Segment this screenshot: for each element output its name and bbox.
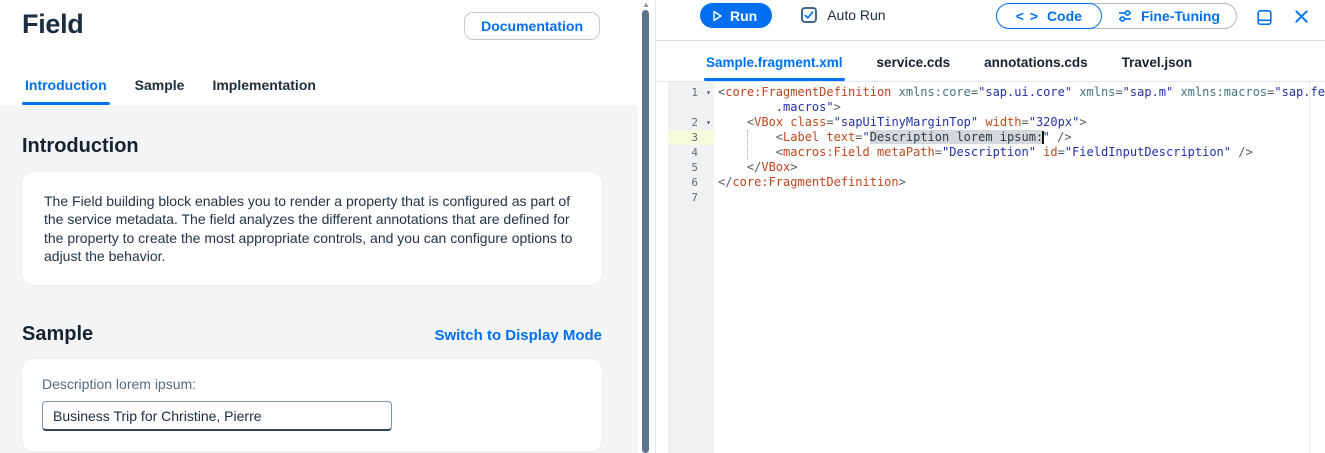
check-icon [804, 10, 814, 20]
play-icon [710, 9, 724, 23]
main-tabs: Introduction Sample Implementation [22, 77, 316, 105]
tab-introduction[interactable]: Introduction [22, 77, 110, 105]
field-label: Description lorem ipsum: [42, 376, 197, 393]
editor-tab-annotations-cds[interactable]: annotations.cds [984, 55, 1088, 81]
sliders-icon [1117, 8, 1133, 24]
line-number: 4 [691, 146, 698, 159]
fold-icon[interactable]: ▾ [706, 115, 711, 130]
sample-heading: Sample [22, 323, 94, 346]
scroll-up-icon[interactable]: ▲ [642, 0, 650, 10]
editor-toolbar: Run Auto Run < > Code Fine-Tuning [656, 0, 1325, 41]
doc-panel: Field Documentation Introduction Sample Im… [0, 0, 655, 453]
doc-panel-body: Introduction The Field building block en… [0, 105, 638, 453]
code-rows: 1 ▾ <core:FragmentDefinition xmlns:core="s… [668, 82, 1325, 205]
code-editor-panel: Run Auto Run < > Code Fine-Tuning Sample… [655, 0, 1325, 453]
close-icon [1294, 10, 1309, 27]
code-editor[interactable]: 1 ▾ <core:FragmentDefinition xmlns:core="s… [668, 82, 1325, 453]
editor-tab-sample-fragment-xml[interactable]: Sample.fragment.xml [704, 55, 845, 81]
introduction-heading: Introduction [22, 135, 139, 157]
line-number: 7 [691, 191, 698, 204]
fold-icon[interactable]: ▾ [706, 85, 711, 100]
view-segmented-control: < > Code Fine-Tuning [995, 3, 1237, 29]
left-scrollbar-thumb[interactable] [642, 10, 649, 453]
tab-sample[interactable]: Sample [135, 77, 185, 105]
introduction-card: The Field building block enables you to … [22, 172, 602, 286]
code-row[interactable]: 4 <macros:Field metaPath="Description" i… [668, 145, 1325, 160]
fine-tuning-button[interactable]: Fine-Tuning [1101, 4, 1236, 28]
line-number: 3 [668, 130, 714, 145]
editor-tab-service-cds[interactable]: service.cds [877, 55, 951, 81]
sample-card: Description lorem ipsum: [22, 359, 602, 452]
code-row[interactable]: .macros"> [668, 100, 1325, 115]
run-button[interactable]: Run [700, 3, 773, 28]
line-number: 5 [691, 161, 698, 174]
line-number: 1 ▾ [691, 85, 711, 100]
split-screen-icon [1255, 9, 1274, 30]
split-screen-button[interactable] [1255, 8, 1274, 27]
line-number: 6 [691, 176, 698, 189]
code-row[interactable]: 2 ▾ <VBox class="sapUiTinyMarginTop" widt… [668, 115, 1325, 130]
switch-display-mode-link[interactable]: Switch to Display Mode [434, 327, 602, 344]
code-row[interactable]: 7 [668, 190, 1325, 205]
code-row[interactable]: 5 </VBox> [668, 160, 1325, 175]
doc-panel-header: Field Documentation Introduction Sample Im… [0, 0, 655, 105]
code-row[interactable]: 3 <Label text="Description lorem ipsum:"… [668, 130, 1325, 145]
code-row[interactable]: 6 </core:FragmentDefinition> [668, 175, 1325, 190]
code-brackets-icon: < > [1015, 8, 1039, 24]
documentation-button[interactable]: Documentation [464, 12, 600, 40]
code-row[interactable]: 1 ▾ <core:FragmentDefinition xmlns:core="s… [668, 85, 1325, 100]
auto-run-checkbox-group[interactable]: Auto Run [801, 2, 886, 28]
description-input[interactable] [42, 401, 392, 432]
auto-run-label: Auto Run [827, 7, 886, 23]
close-button[interactable] [1294, 9, 1309, 24]
line-number [668, 100, 714, 115]
editor-tab-travel-json[interactable]: Travel.json [1122, 55, 1193, 81]
editor-file-tabs: Sample.fragment.xml service.cds annotation… [656, 41, 1325, 82]
code-view-button[interactable]: < > Code [995, 3, 1102, 29]
auto-run-checkbox[interactable] [801, 7, 818, 23]
introduction-text: The Field building block enables you to … [44, 193, 573, 264]
line-number: 2 ▾ [691, 115, 711, 130]
tab-implementation[interactable]: Implementation [212, 77, 315, 105]
